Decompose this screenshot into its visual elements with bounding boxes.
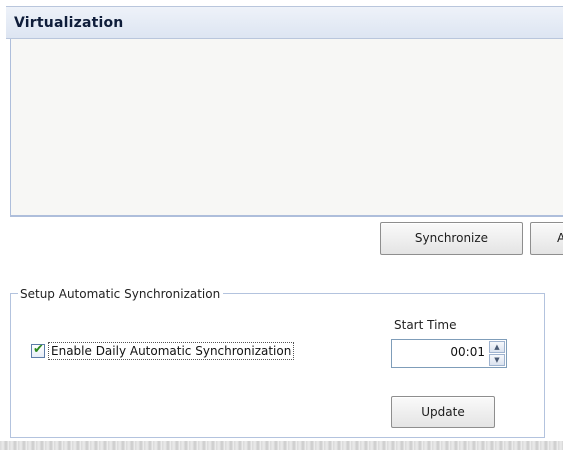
virtual-machine-list[interactable] (10, 39, 563, 217)
panel-header: Virtualization (6, 6, 563, 39)
auto-sync-group-label: Setup Automatic Synchronization (18, 286, 224, 302)
update-button[interactable]: Update (391, 396, 495, 428)
start-time-label: Start Time (394, 318, 457, 332)
synchronize-button[interactable]: Synchronize (380, 222, 523, 255)
panel-title: Virtualization (14, 15, 124, 31)
partially-visible-button-label: A (557, 231, 563, 245)
partially-visible-button[interactable]: A (530, 222, 563, 255)
start-time-value[interactable]: 00:01 (450, 345, 485, 359)
down-arrow-icon[interactable]: ▼ (489, 354, 505, 366)
virtualization-page: Virtualization Synchronize A Setup Autom… (0, 0, 563, 450)
check-icon: ✔ (33, 342, 44, 357)
up-arrow-icon[interactable]: ▲ (489, 341, 505, 353)
start-time-spinner[interactable]: 00:01 ▲ ▼ (391, 339, 507, 368)
enable-daily-sync-checkbox[interactable]: ✔ (31, 342, 45, 358)
enable-daily-sync-label[interactable]: Enable Daily Automatic Synchronization (48, 342, 295, 360)
bottom-divider (0, 441, 563, 450)
